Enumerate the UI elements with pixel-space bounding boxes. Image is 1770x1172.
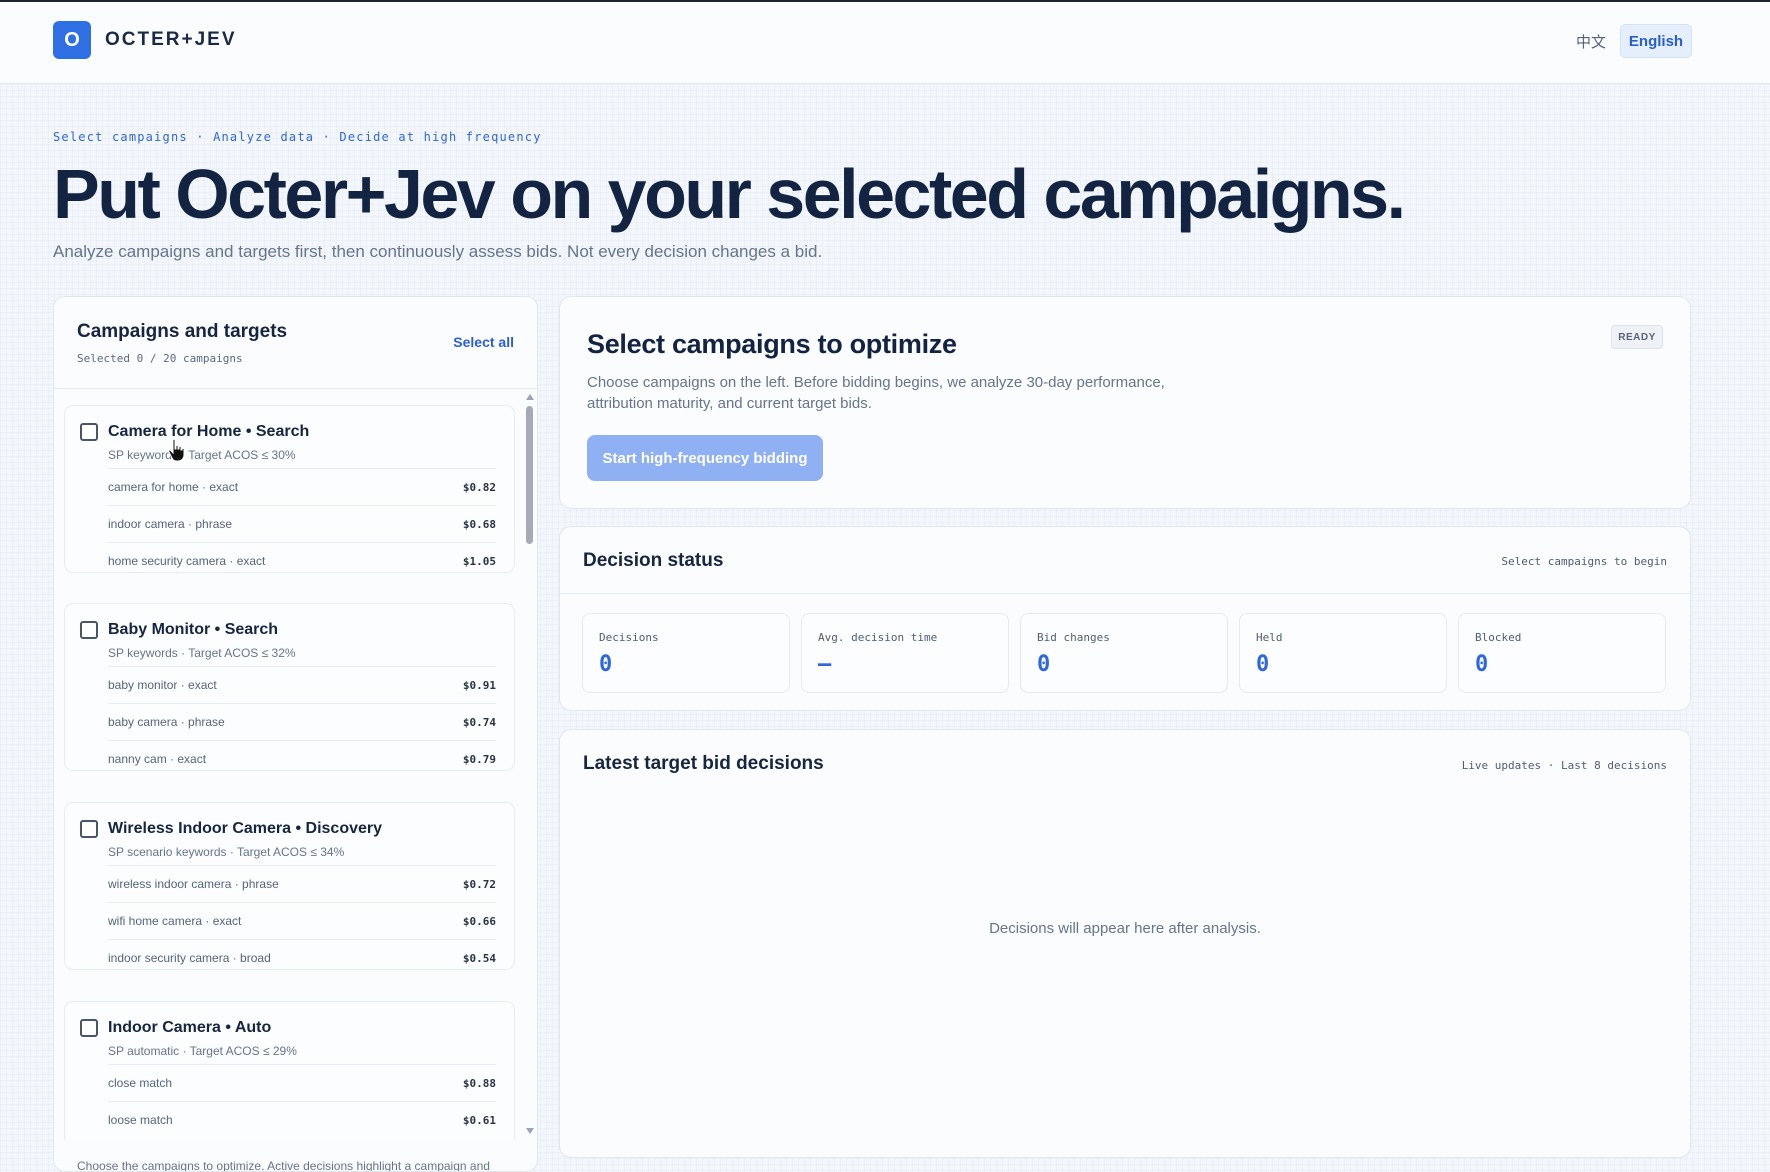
campaign-checkbox[interactable] [80,820,98,838]
target-row: loose match $0.61 [108,1101,496,1138]
campaign-card[interactable]: Camera for Home • Search SP keywords · T… [64,405,515,573]
campaign-card[interactable]: Wireless Indoor Camera • Discovery SP sc… [64,802,515,970]
target-name: indoor camera · phrase [108,517,233,531]
start-bidding-button[interactable]: Start high-frequency bidding [587,435,823,481]
target-bid: $0.88 [462,1076,496,1090]
target-bid: $0.68 [462,517,496,531]
target-row: nanny cam · exact $0.79 [108,740,496,777]
campaign-checkbox[interactable] [80,621,98,639]
metric-value: 0 [1475,652,1489,677]
campaign-title: Indoor Camera • Auto [108,1019,272,1036]
target-row: close match $0.88 [108,1064,496,1101]
metric-value: 0 [599,652,613,677]
decision-status-header: Decision status Select campaigns to begi… [560,527,1690,594]
campaign-card[interactable]: Baby Monitor • Search SP keywords · Targ… [64,603,515,771]
scrollbar-thumb[interactable] [526,406,533,544]
metric-label: Avg. decision time [818,631,938,644]
campaigns-panel: Campaigns and targets Selected 0 / 20 ca… [53,296,538,1172]
campaign-title: Camera for Home • Search [108,423,310,440]
target-bid: $0.74 [462,715,496,729]
latest-decisions-title: Latest target bid decisions [583,753,824,774]
latest-decisions-hint: Live updates · Last 8 decisions [1461,759,1667,772]
language-english-button[interactable]: English [1620,24,1692,58]
metric-avg-decision-time: Avg. decision time — [801,613,1009,693]
brand-name: OCTER+JEV [105,29,237,50]
page-title: Put Octer+Jev on your selected campaigns… [53,155,1406,233]
target-bid: $0.79 [462,752,496,766]
target-bid: $1.05 [462,554,496,568]
target-row: camera for home · exact $0.82 [108,468,496,505]
target-bid: $0.91 [462,678,496,692]
metric-decisions: Decisions 0 [582,613,790,693]
campaign-checkbox[interactable] [80,423,98,441]
metric-bid-changes: Bid changes 0 [1020,613,1228,693]
target-name: home security camera · exact [108,554,266,568]
decision-status-hint: Select campaigns to begin [1501,555,1667,568]
metric-value: 0 [1037,652,1051,677]
target-name: close match [108,1076,173,1090]
target-name: indoor security camera · broad [108,951,271,965]
campaigns-panel-footer: Choose the campaigns to optimize. Active… [77,1159,490,1172]
target-name: loose match [108,1113,173,1127]
decision-status-title: Decision status [583,550,724,571]
metric-label: Decisions [599,631,659,644]
brand-logo: O [53,21,91,59]
campaign-card[interactable]: Indoor Camera • Auto SP automatic · Targ… [64,1001,515,1140]
empty-state-message: Decisions will appear here after analysi… [989,920,1261,937]
scroll-up-arrow-icon[interactable] [526,394,534,400]
top-navigation-bar: O OCTER+JEV 中文 English [0,0,1770,84]
campaign-meta: SP keywords · Target ACOS ≤ 32% [108,646,296,660]
select-all-button[interactable]: Select all [453,334,514,350]
metric-blocked: Blocked 0 [1458,613,1666,693]
selected-count: Selected 0 / 20 campaigns [77,352,243,365]
page-subtitle: Analyze campaigns and targets first, the… [53,242,823,261]
campaign-title: Baby Monitor • Search [108,621,279,638]
campaign-title: Wireless Indoor Camera • Discovery [108,820,383,837]
campaigns-panel-header: Campaigns and targets Selected 0 / 20 ca… [54,297,537,389]
campaign-meta: SP automatic · Target ACOS ≤ 29% [108,1044,297,1058]
target-bid: $0.72 [462,877,496,891]
optimize-card: Select campaigns to optimize Choose camp… [559,296,1691,509]
target-bid: $0.61 [462,1113,496,1127]
latest-decisions-card: Latest target bid decisions Live updates… [559,729,1691,1158]
target-bid: $0.54 [462,951,496,965]
target-row: indoor camera · phrase $0.68 [108,505,496,542]
target-bid: $0.82 [462,480,496,494]
metric-value: — [818,652,832,677]
target-name: nanny cam · exact [108,752,207,766]
target-row: baby camera · phrase $0.74 [108,703,496,740]
target-row: wireless indoor camera · phrase $0.72 [108,865,496,902]
language-chinese-button[interactable]: 中文 [1574,24,1608,58]
target-name: baby camera · phrase [108,715,225,729]
campaign-list-scrollbar[interactable] [523,390,537,1140]
target-name: wireless indoor camera · phrase [108,877,279,891]
campaigns-panel-title: Campaigns and targets [77,321,288,342]
optimize-title: Select campaigns to optimize [587,329,957,359]
scroll-down-arrow-icon[interactable] [526,1128,534,1134]
campaign-meta: SP keywords · Target ACOS ≤ 30% [108,448,296,462]
target-row: wifi home camera · exact $0.66 [108,902,496,939]
brand[interactable]: O OCTER+JEV [53,21,237,59]
target-name: baby monitor · exact [108,678,217,692]
hero-eyebrow: Select campaigns · Analyze data · Decide… [53,130,542,144]
optimize-description: Choose campaigns on the left. Before bid… [587,374,1165,412]
hand-pointer-cursor-icon [168,438,185,462]
decision-status-card: Decision status Select campaigns to begi… [559,526,1691,711]
metric-label: Blocked [1475,631,1522,644]
metric-label: Held [1256,631,1283,644]
metric-value: 0 [1256,652,1270,677]
target-row: home security camera · exact $1.05 [108,542,496,579]
metric-label: Bid changes [1037,631,1110,644]
campaign-meta: SP scenario keywords · Target ACOS ≤ 34% [108,845,345,859]
target-name: wifi home camera · exact [108,914,242,928]
campaign-list[interactable]: Camera for Home • Search SP keywords · T… [54,390,537,1140]
metric-held: Held 0 [1239,613,1447,693]
target-row: baby monitor · exact $0.91 [108,666,496,703]
target-bid: $0.66 [462,914,496,928]
target-row: indoor security camera · broad $0.54 [108,939,496,976]
target-name: camera for home · exact [108,480,239,494]
campaign-checkbox[interactable] [80,1019,98,1037]
status-badge: READY [1611,325,1663,349]
